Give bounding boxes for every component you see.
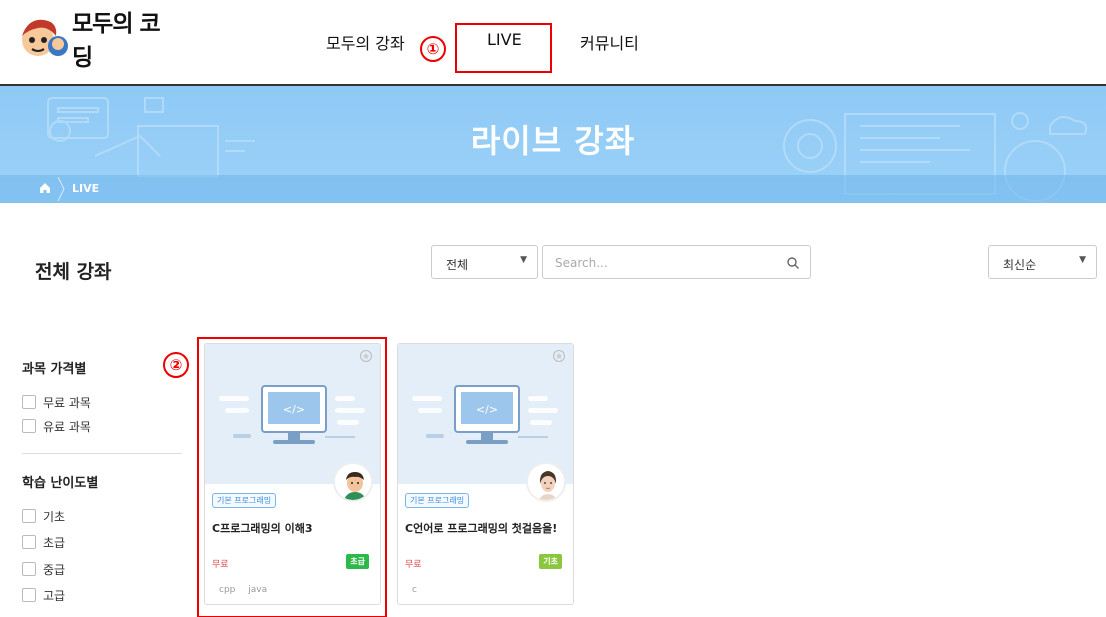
search-input[interactable]: [555, 254, 775, 272]
checkbox[interactable]: [22, 588, 36, 602]
checkbox[interactable]: [22, 562, 36, 576]
search-icon[interactable]: [786, 256, 800, 270]
page-banner: 라이브 강좌 LIVE: [0, 86, 1106, 203]
filter-option-label: 초급: [43, 535, 66, 550]
level-badge: 기초: [539, 554, 562, 569]
category-select-value: 전체: [446, 258, 469, 272]
category-tag: 기본 프로그래밍: [405, 493, 470, 508]
logo-mascot-icon: [18, 12, 70, 64]
card-highlight-box: [197, 337, 387, 617]
course-card[interactable]: </> 기본 프로그래밍 C언어로 프로그래밍의 첫걸음을! 무료 기초 c: [397, 343, 574, 605]
filter-option-label: 무료 과목: [43, 395, 91, 410]
category-select[interactable]: 전체 ▼: [431, 245, 538, 279]
breadcrumb-separator-icon: [57, 177, 65, 201]
filter-option-intermediate[interactable]: 중급: [22, 561, 65, 577]
filter-option-label: 유료 과목: [43, 419, 91, 434]
svg-text:</>: </>: [476, 403, 498, 416]
filter-option-free[interactable]: 무료 과목: [22, 394, 91, 410]
home-icon[interactable]: [38, 181, 52, 195]
logo-text: 모두의 코딩: [72, 11, 161, 71]
filter-option-label: 고급: [43, 588, 66, 603]
filter-option-advanced[interactable]: 고급: [22, 587, 65, 603]
filter-option-basic[interactable]: 기초: [22, 508, 65, 524]
caret-down-icon: ▼: [1079, 255, 1086, 265]
site-header: 모두의 코딩 모두의 강좌 LIVE 커뮤니티: [0, 0, 1106, 86]
checkbox[interactable]: [22, 395, 36, 409]
checkbox[interactable]: [22, 419, 36, 433]
course-price: 무료: [405, 560, 422, 570]
breadcrumb: LIVE: [0, 175, 1106, 203]
filter-option-paid[interactable]: 유료 과목: [22, 418, 91, 434]
live-highlight-box: [455, 23, 552, 73]
instructor-avatar: [526, 462, 566, 502]
course-tag[interactable]: c: [412, 585, 417, 595]
course-tags: c: [412, 585, 427, 595]
caret-down-icon: ▼: [520, 255, 527, 265]
filter-option-beginner[interactable]: 초급: [22, 534, 65, 550]
course-title[interactable]: C언어로 프로그래밍의 첫걸음을!: [405, 520, 557, 536]
site-logo[interactable]: 모두의 코딩: [18, 10, 178, 71]
search-box[interactable]: [542, 245, 811, 279]
annotation-marker-1: ①: [420, 36, 446, 62]
filter-option-label: 중급: [43, 562, 66, 577]
favorite-icon[interactable]: [553, 350, 565, 362]
filter-option-label: 기초: [43, 509, 66, 524]
price-filter-title: 과목 가격별: [22, 362, 87, 377]
sidebar-divider: [22, 453, 182, 454]
nav-community-link[interactable]: 커뮤니티: [580, 30, 639, 54]
annotation-marker-2: ②: [163, 352, 189, 378]
sort-select[interactable]: 최신순 ▼: [988, 245, 1097, 279]
nav-lectures-link[interactable]: 모두의 강좌: [326, 30, 405, 54]
breadcrumb-current[interactable]: LIVE: [72, 182, 99, 195]
checkbox[interactable]: [22, 509, 36, 523]
banner-title: 라이브 강좌: [470, 122, 636, 160]
section-title: 전체 강좌: [35, 261, 112, 283]
level-filter-title: 학습 난이도별: [22, 476, 99, 491]
checkbox[interactable]: [22, 535, 36, 549]
sort-select-value: 최신순: [1003, 258, 1037, 272]
